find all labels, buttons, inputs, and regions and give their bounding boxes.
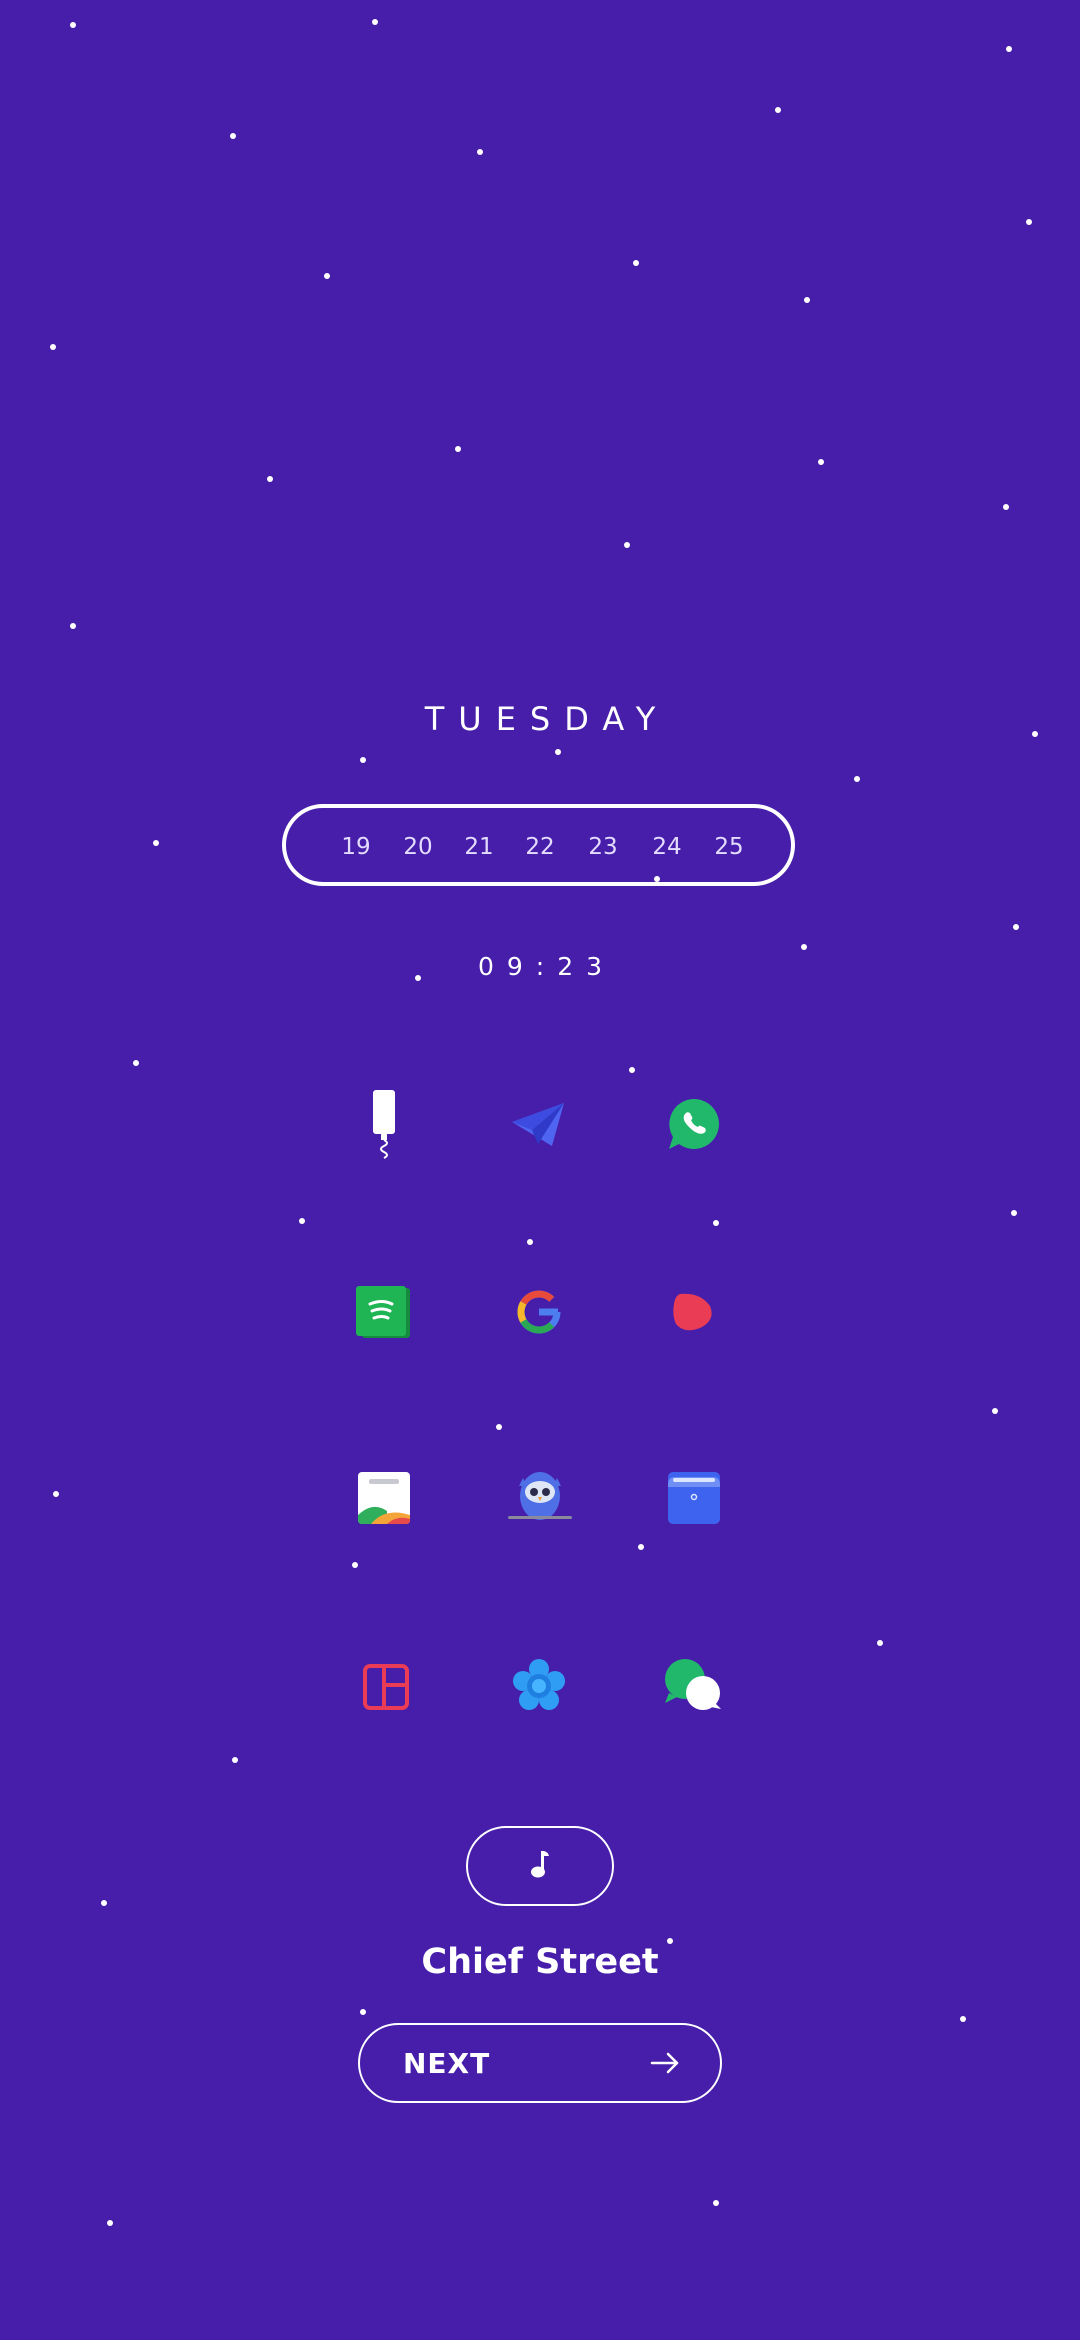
date-23[interactable]: 23 <box>573 834 633 860</box>
app-paper-plane[interactable] <box>498 1084 578 1164</box>
star-dot <box>1003 504 1009 510</box>
star-dot <box>230 133 236 139</box>
app-red-blob[interactable] <box>652 1272 732 1352</box>
star-dot <box>629 1067 635 1073</box>
arrow-right-icon <box>650 2051 680 2079</box>
app-google[interactable] <box>499 1272 579 1352</box>
gallery-card-icon <box>357 1471 411 1525</box>
date-21[interactable]: 21 <box>449 834 509 860</box>
music-note-icon <box>529 1849 551 1883</box>
star-dot <box>527 1239 533 1245</box>
weekday-label: TUESDAY <box>424 700 670 738</box>
app-spotify[interactable] <box>344 1272 424 1352</box>
star-dot <box>638 1544 644 1550</box>
star-dot <box>133 1060 139 1066</box>
music-button[interactable] <box>466 1826 614 1906</box>
star-dot <box>818 459 824 465</box>
star-dot <box>267 476 273 482</box>
wine-opener-icon <box>364 1088 404 1160</box>
star-dot <box>713 1220 719 1226</box>
app-collage-layout[interactable] <box>346 1647 426 1727</box>
app-gallery-card[interactable] <box>344 1458 424 1538</box>
star-dot <box>299 1218 305 1224</box>
star-dot <box>324 273 330 279</box>
star-dot <box>555 749 561 755</box>
star-dot <box>153 840 159 846</box>
wallet-icon <box>667 1471 721 1525</box>
app-blue-flower[interactable] <box>499 1646 579 1726</box>
clock-time: 09:23 <box>477 952 616 981</box>
date-25[interactable]: 25 <box>699 834 759 860</box>
blue-flower-icon <box>511 1658 567 1714</box>
star-dot <box>360 757 366 763</box>
star-dot <box>53 1491 59 1497</box>
date-24[interactable]: 24 <box>637 834 697 860</box>
star-dot <box>960 2016 966 2022</box>
spotify-icon <box>354 1284 414 1340</box>
star-dot <box>801 944 807 950</box>
app-wine-opener[interactable] <box>344 1084 424 1164</box>
collage-layout-icon <box>362 1663 410 1711</box>
chat-bubbles-icon <box>663 1657 723 1713</box>
red-blob-icon <box>670 1290 714 1334</box>
star-dot <box>713 2200 719 2206</box>
star-dot <box>1026 219 1032 225</box>
star-dot <box>496 1424 502 1430</box>
star-dot <box>70 623 76 629</box>
app-owl[interactable] <box>500 1458 580 1538</box>
google-icon <box>515 1288 563 1336</box>
star-dot <box>107 2220 113 2226</box>
star-dot <box>1013 924 1019 930</box>
star-dot <box>633 260 639 266</box>
star-dot <box>360 2009 366 2015</box>
phone-chat-icon <box>665 1096 721 1152</box>
week-dates-pill[interactable]: 19 20 21 22 23 24 25 <box>282 804 795 886</box>
home-screen: TUESDAY 19 20 21 22 23 24 25 09:23 Chief… <box>0 0 1080 2340</box>
star-dot <box>624 542 630 548</box>
star-dot <box>70 22 76 28</box>
star-dot <box>477 149 483 155</box>
star-dot <box>854 776 860 782</box>
star-dot <box>775 107 781 113</box>
track-title: Chief Street <box>421 1942 659 1982</box>
star-dot <box>1006 46 1012 52</box>
next-button[interactable]: NEXT <box>358 2023 722 2103</box>
app-chat-bubbles[interactable] <box>653 1645 733 1725</box>
star-dot <box>50 344 56 350</box>
date-22[interactable]: 22 <box>510 834 570 860</box>
star-dot <box>992 1408 998 1414</box>
owl-icon <box>507 1470 573 1526</box>
star-dot <box>352 1562 358 1568</box>
star-dot <box>232 1757 238 1763</box>
app-phone-chat[interactable] <box>653 1084 733 1164</box>
star-dot <box>804 297 810 303</box>
star-dot <box>877 1640 883 1646</box>
paper-plane-icon <box>510 1100 566 1148</box>
next-button-label: NEXT <box>403 2047 491 2080</box>
star-dot <box>372 19 378 25</box>
date-20[interactable]: 20 <box>388 834 448 860</box>
star-dot <box>1011 1210 1017 1216</box>
date-19[interactable]: 19 <box>326 834 386 860</box>
app-wallet[interactable] <box>654 1458 734 1538</box>
star-dot <box>455 446 461 452</box>
star-dot <box>101 1900 107 1906</box>
